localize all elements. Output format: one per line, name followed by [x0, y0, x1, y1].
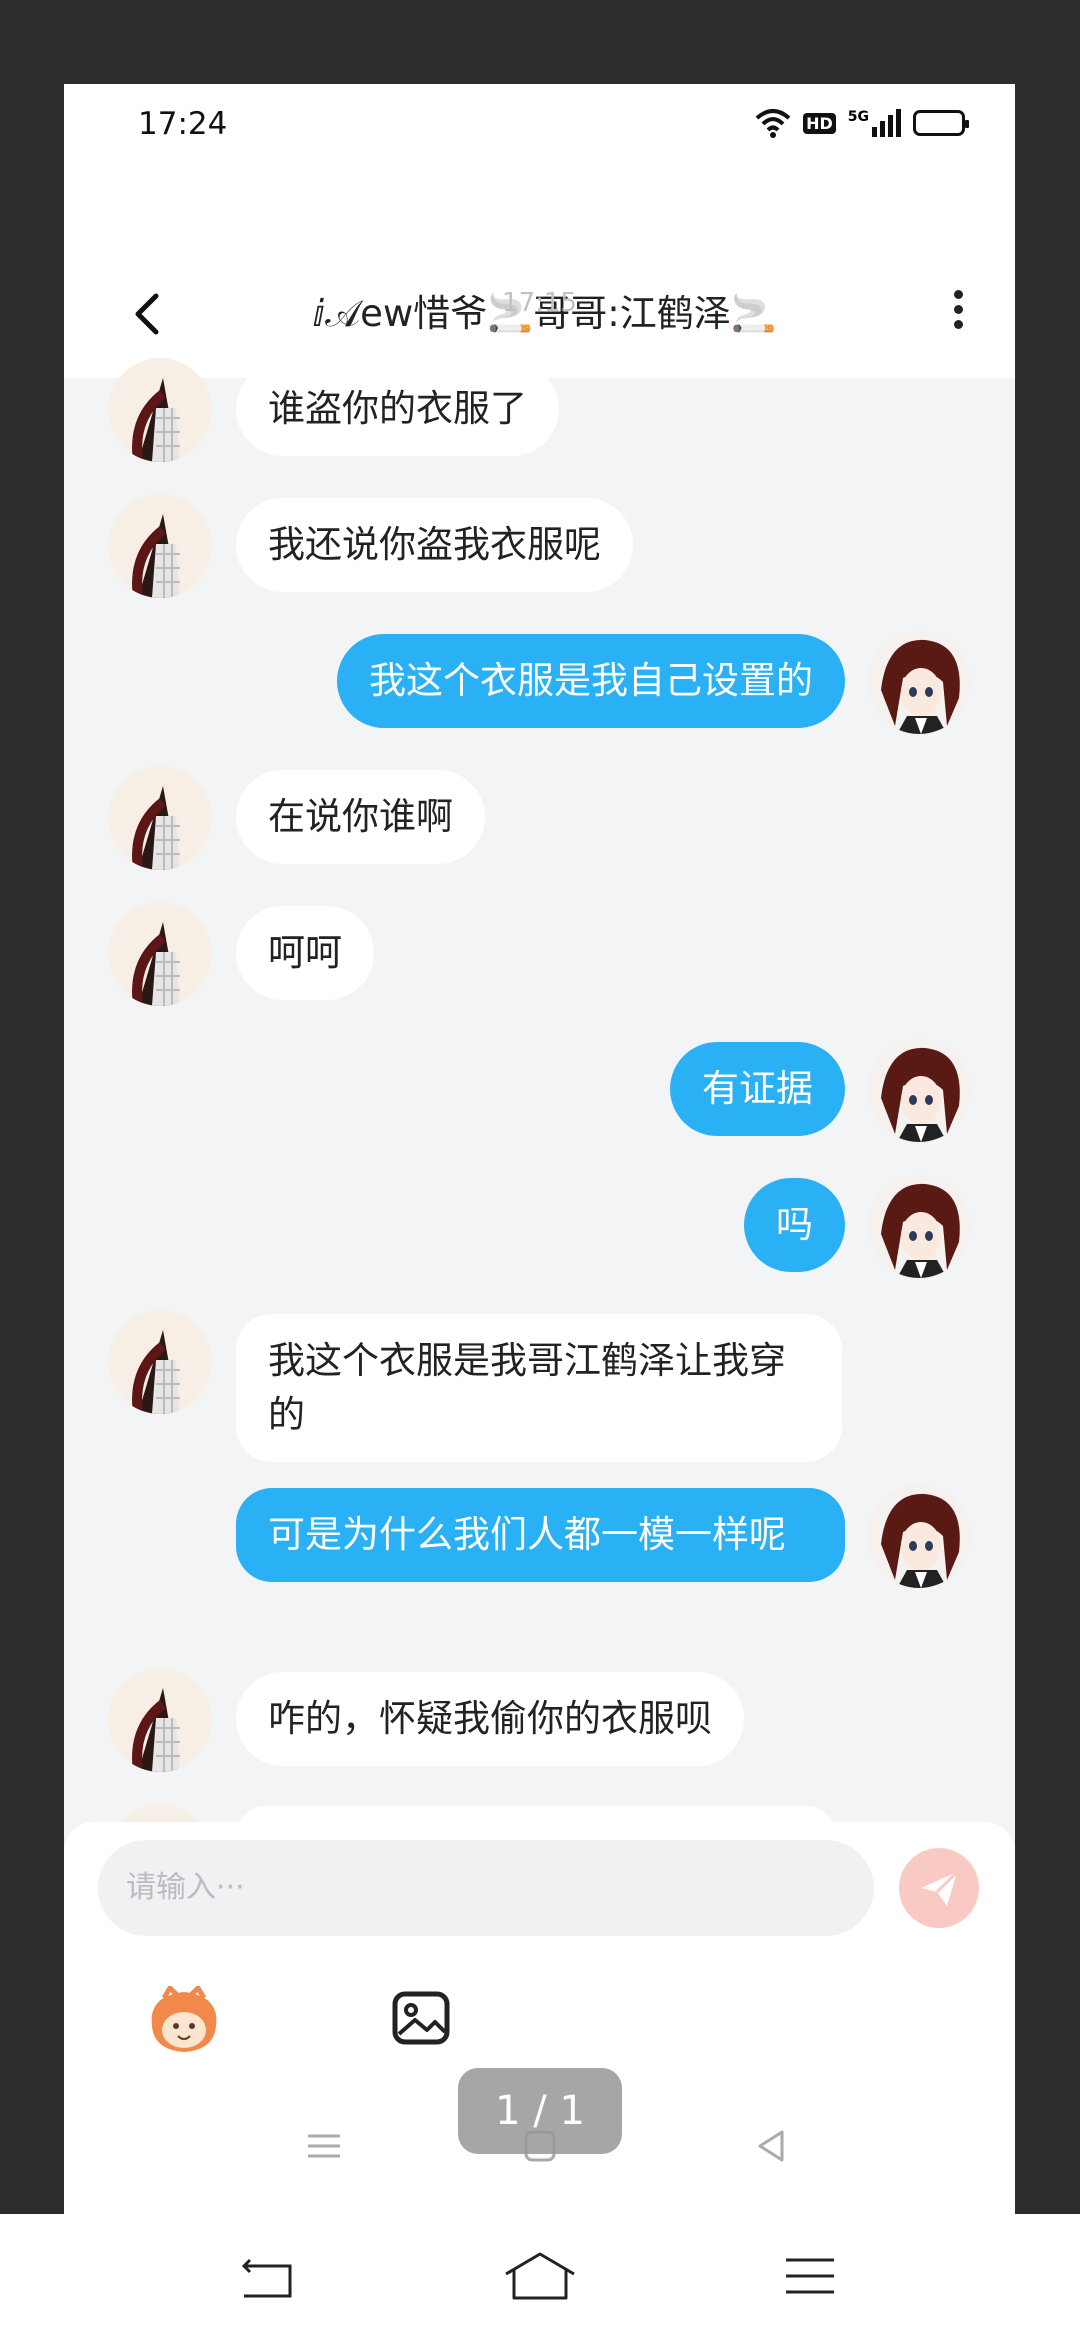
signal-icon: 5G — [848, 109, 901, 137]
message-bubble-incoming: 谁盗你的衣服了 — [236, 362, 559, 456]
system-back-icon[interactable] — [238, 2252, 298, 2302]
message-bubble-incoming: 呵呵 — [236, 906, 374, 1000]
status-time: 17:24 — [138, 106, 228, 142]
contact-avatar[interactable] — [108, 1310, 212, 1414]
input-panel: 请输入··· — [64, 1822, 1015, 2214]
my-avatar[interactable] — [867, 630, 971, 734]
my-avatar[interactable] — [867, 1484, 971, 1588]
system-nav-bar — [0, 2214, 1080, 2340]
message-bubble-incoming: 我还说你盗我衣服呢 — [236, 498, 633, 592]
status-bar: 17:24 HD 5G — [64, 84, 1015, 164]
sticker-icon — [151, 1983, 217, 2052]
message-timestamp: 17:15 — [502, 288, 577, 318]
back-triangle-icon[interactable] — [752, 2126, 792, 2166]
contact-avatar[interactable] — [108, 766, 212, 870]
message-bubble-outgoing: 可是为什么我们人都一模一样呢 — [236, 1488, 845, 1582]
image-icon[interactable] — [391, 1988, 451, 2048]
contact-avatar[interactable] — [108, 494, 212, 598]
system-home-icon[interactable] — [500, 2248, 580, 2304]
chat-screen: 17:24 HD 5G ⅈ𝒜ew惜爷🚬哥哥:江鹤泽🚬 17:15 谁盗你的衣服了… — [64, 84, 1015, 2214]
message-bubble-outgoing: 我这个衣服是我自己设置的 — [337, 634, 845, 728]
contact-avatar[interactable] — [108, 358, 212, 462]
my-avatar[interactable] — [867, 1174, 971, 1278]
status-icons: HD 5G — [755, 108, 969, 138]
contact-avatar[interactable] — [108, 1668, 212, 1772]
sticker-button[interactable] — [144, 1983, 224, 2056]
menu-icon[interactable] — [304, 2126, 344, 2166]
my-avatar[interactable] — [867, 1038, 971, 1142]
page-indicator: 1 / 1 — [458, 2068, 622, 2154]
message-bubble-outgoing: 有证据 — [670, 1042, 845, 1136]
battery-icon — [913, 110, 969, 136]
message-bubble-incoming: 咋的，怀疑我偷你的衣服呗 — [236, 1672, 744, 1766]
chat-header: ⅈ𝒜ew惜爷🚬哥哥:江鹤泽🚬 — [64, 164, 1015, 378]
system-menu-icon[interactable] — [780, 2252, 840, 2302]
message-bubble-outgoing: 吗 — [744, 1178, 845, 1272]
contact-avatar[interactable] — [108, 902, 212, 1006]
wifi-icon — [755, 109, 791, 138]
network-type: 5G — [847, 109, 869, 125]
send-icon — [921, 1870, 959, 1906]
message-bubble-incoming: 在说你谁啊 — [236, 770, 485, 864]
send-button[interactable] — [899, 1848, 979, 1928]
hd-badge: HD — [803, 112, 836, 134]
message-input[interactable]: 请输入··· — [98, 1840, 874, 1936]
message-bubble-incoming: 我这个衣服是我哥江鹤泽让我穿的 — [236, 1314, 842, 1462]
